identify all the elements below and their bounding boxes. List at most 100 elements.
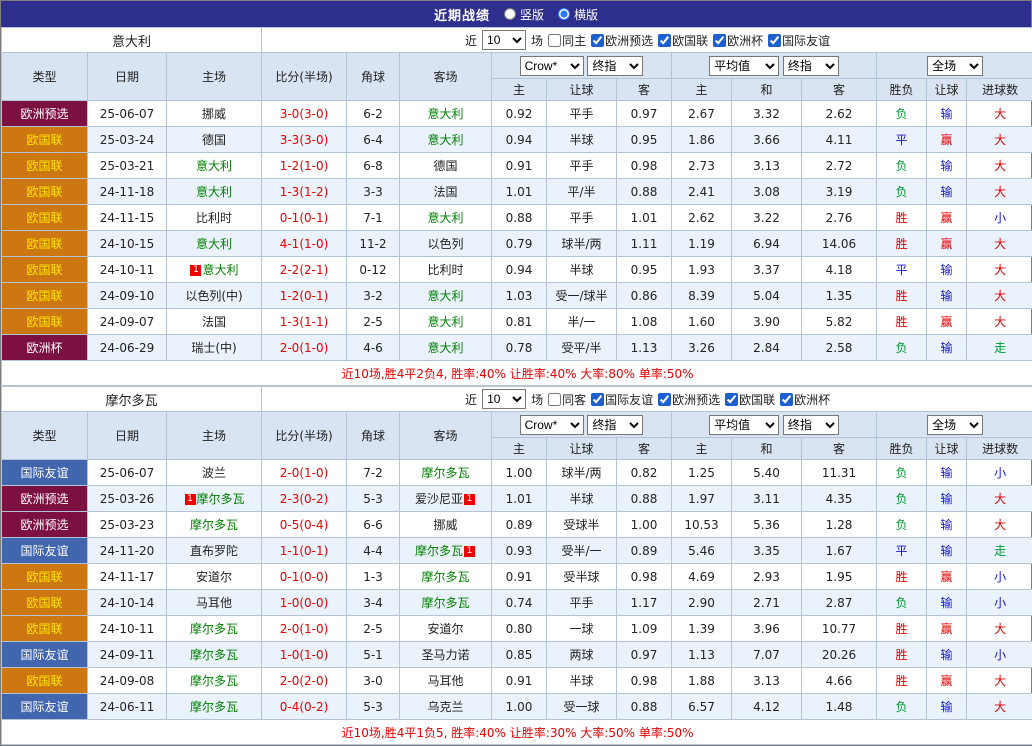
avg-draw-odds: 5.36 (732, 512, 802, 538)
avg-home-odds: 2.73 (672, 153, 732, 179)
home-team-name: 意大利 (196, 237, 232, 251)
vertical-layout-radio[interactable] (504, 8, 516, 20)
match-score: 1-2(0-1) (262, 283, 347, 309)
competition-filter[interactable]: 欧洲杯 (713, 32, 763, 49)
match-row: 国际友谊24-09-11摩尔多瓦1-0(1-0)5-1圣马力诺0.85两球0.9… (2, 642, 1032, 668)
result-outcome: 负 (877, 486, 927, 512)
avg-away-odds: 5.82 (802, 309, 877, 335)
handicap-line: 半球 (547, 486, 617, 512)
horizontal-layout-option[interactable]: 横版 (558, 6, 598, 23)
match-score: 2-3(0-2) (262, 486, 347, 512)
avg-home-odds: 3.26 (672, 335, 732, 361)
away-team: 以色列 (400, 231, 492, 257)
col-home-odds: 主 (492, 438, 547, 460)
match-date: 24-10-11 (88, 616, 167, 642)
goals-outcome: 大 (967, 153, 1032, 179)
recent-suffix-label: 场 (531, 32, 543, 49)
away-team: 爱沙尼亚1 (400, 486, 492, 512)
handicap-outcome: 输 (927, 283, 967, 309)
same-venue-checkbox[interactable] (548, 393, 561, 406)
avg-home-odds: 2.67 (672, 101, 732, 127)
scope-select[interactable]: 全场 (927, 415, 983, 435)
competition-checkbox[interactable] (780, 393, 793, 406)
match-date: 24-11-17 (88, 564, 167, 590)
final-odds-select-1[interactable]: 终指 (587, 415, 643, 435)
competition-checkbox[interactable] (591, 393, 604, 406)
competition-filter[interactable]: 欧洲预选 (658, 391, 720, 408)
avg-draw-odds: 7.07 (732, 642, 802, 668)
home-team-name: 摩尔多瓦 (190, 700, 238, 714)
final-odds-select-1[interactable]: 终指 (587, 56, 643, 76)
corner-score: 7-1 (347, 205, 400, 231)
competition-filter[interactable]: 国际友谊 (768, 32, 830, 49)
corner-score: 7-2 (347, 460, 400, 486)
home-team: 瑞士(中) (167, 335, 262, 361)
result-outcome: 胜 (877, 616, 927, 642)
home-team: 马耳他 (167, 590, 262, 616)
avg-home-odds: 1.86 (672, 127, 732, 153)
average-select[interactable]: 平均值 (709, 415, 779, 435)
avg-away-odds: 4.66 (802, 668, 877, 694)
col-avg-home: 主 (672, 79, 732, 101)
away-team-name: 摩尔多瓦 (422, 570, 470, 584)
handicap-outcome: 输 (927, 590, 967, 616)
vertical-layout-option[interactable]: 竖版 (504, 6, 544, 23)
away-team: 乌克兰 (400, 694, 492, 720)
competition-checkbox[interactable] (658, 34, 671, 47)
company-select[interactable]: Crow* (520, 56, 584, 76)
recent-count-select[interactable]: 10 (482, 389, 526, 409)
scope-select[interactable]: 全场 (927, 56, 983, 76)
same-venue-filter[interactable]: 同客 (548, 391, 586, 408)
competition-checkbox[interactable] (591, 34, 604, 47)
competition-checkbox[interactable] (658, 393, 671, 406)
away-team: 意大利 (400, 101, 492, 127)
match-row: 欧国联25-03-24德国3-3(3-0)6-4意大利0.94半球0.951.8… (2, 127, 1032, 153)
handicap-line: 平手 (547, 205, 617, 231)
home-team-name: 摩尔多瓦 (190, 648, 238, 662)
away-odds: 1.09 (617, 616, 672, 642)
summary-text: 近10场,胜4平1负5, 胜率:40% 让胜率:30% 大率:50% 单率:50… (2, 720, 1032, 745)
handicap-outcome: 赢 (927, 205, 967, 231)
competition-filter[interactable]: 国际友谊 (591, 391, 653, 408)
same-venue-checkbox[interactable] (548, 34, 561, 47)
home-team-name: 波兰 (202, 466, 226, 480)
company-select[interactable]: Crow* (520, 415, 584, 435)
away-team: 比利时 (400, 257, 492, 283)
goals-outcome: 大 (967, 668, 1032, 694)
home-team-name: 法国 (202, 315, 226, 329)
handicap-line: 平/半 (547, 179, 617, 205)
avg-draw-odds: 3.96 (732, 616, 802, 642)
average-select[interactable]: 平均值 (709, 56, 779, 76)
col-date: 日期 (88, 53, 167, 101)
same-venue-filter[interactable]: 同主 (548, 32, 586, 49)
match-row: 欧国联24-11-15比利时0-1(0-1)7-1意大利0.88平手1.012.… (2, 205, 1032, 231)
competition-checkbox[interactable] (713, 34, 726, 47)
handicap-outcome: 赢 (927, 309, 967, 335)
final-odds-select-2[interactable]: 终指 (783, 56, 839, 76)
horizontal-layout-radio[interactable] (558, 8, 570, 20)
final-odds-select-2[interactable]: 终指 (783, 415, 839, 435)
away-odds: 0.97 (617, 642, 672, 668)
away-team-name: 意大利 (427, 289, 463, 303)
competition-filter[interactable]: 欧国联 (658, 32, 708, 49)
competition-checkbox[interactable] (725, 393, 738, 406)
competition-checkbox[interactable] (768, 34, 781, 47)
match-date: 24-09-11 (88, 642, 167, 668)
match-row: 欧洲预选25-03-261摩尔多瓦2-3(0-2)5-3爱沙尼亚11.01半球0… (2, 486, 1032, 512)
filter-controls: 近 10 场 同客 国际友谊欧洲预选欧国联欧洲杯 (262, 387, 1032, 412)
recent-count-select[interactable]: 10 (482, 30, 526, 50)
competition-type: 欧国联 (2, 179, 88, 205)
competition-label: 欧国联 (739, 391, 775, 408)
avg-home-odds: 1.39 (672, 616, 732, 642)
handicap-line: 半球 (547, 127, 617, 153)
result-outcome: 负 (877, 590, 927, 616)
competition-filter[interactable]: 欧洲预选 (591, 32, 653, 49)
result-outcome: 胜 (877, 564, 927, 590)
goals-outcome: 大 (967, 486, 1032, 512)
match-rows: 国际友谊25-06-07波兰2-0(1-0)7-2摩尔多瓦1.00球半/两0.8… (2, 460, 1032, 720)
competition-filter[interactable]: 欧国联 (725, 391, 775, 408)
competition-filter[interactable]: 欧洲杯 (780, 391, 830, 408)
handicap-line: 半球 (547, 668, 617, 694)
handicap-line: 球半/两 (547, 231, 617, 257)
result-outcome: 胜 (877, 231, 927, 257)
